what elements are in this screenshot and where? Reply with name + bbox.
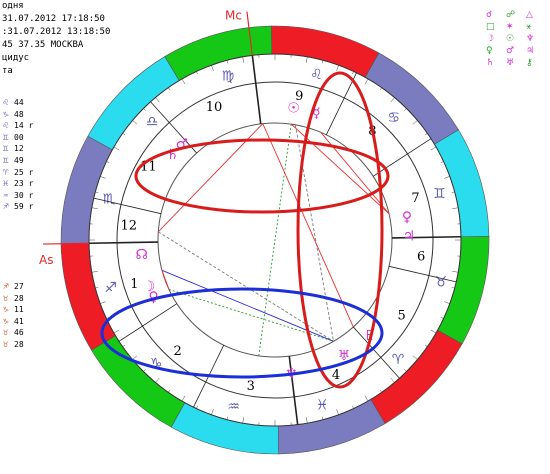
zodiac-sign-icon: ♍ bbox=[222, 69, 235, 85]
highlight-ellipse-blue bbox=[100, 287, 384, 379]
sign-segment bbox=[364, 52, 459, 145]
zodiac-sign-icon: ♎ bbox=[146, 114, 159, 130]
house-number: 3 bbox=[247, 379, 255, 394]
legend-symbol-icon: ⚹ bbox=[526, 22, 532, 32]
zodiac-sign-icon: ♌ bbox=[310, 67, 323, 83]
natal-chart-wheel: ♐♑♒ ♓♈♉♊♋♌♍♎♏ 123456789101112 ☉ ☿♀♂♃♄♅♆♇☽☊… bbox=[39, 9, 490, 455]
cusp-line bbox=[118, 303, 178, 342]
legend-symbol-icon: ♀ bbox=[486, 46, 493, 56]
legend-symbol-icon: ♂ bbox=[506, 46, 515, 56]
legend-symbol-icon: ♅ bbox=[506, 58, 515, 68]
house-number: 10 bbox=[206, 100, 223, 115]
legend-symbol-icon: ⚷ bbox=[526, 58, 533, 68]
zodiac-sign-icon: ♈ bbox=[392, 352, 405, 368]
legend-symbol-icon: ✶ bbox=[506, 22, 514, 32]
legend-symbol-icon: ♄ bbox=[486, 58, 495, 68]
planet-glyphs: ☉ ☿♀♂♃♄♅♆♇☽☊♀ bbox=[136, 100, 416, 382]
sign-segment bbox=[270, 25, 380, 78]
sun-icon: ☉ bbox=[287, 100, 300, 116]
house-number: 6 bbox=[417, 249, 425, 264]
zodiac-sign-icon: ♒ bbox=[227, 399, 240, 415]
mc-label: Mc bbox=[225, 9, 242, 23]
zodiac-sign-icon: ♐ bbox=[104, 280, 117, 296]
zodiac-sign-icon: ♏ bbox=[103, 192, 116, 208]
house-number: 5 bbox=[398, 309, 406, 324]
zodiac-sign-icon: ♋ bbox=[388, 110, 401, 126]
legend-symbol-icon: ☍ bbox=[506, 10, 516, 20]
legend-symbol-icon: ♃ bbox=[526, 46, 535, 56]
sign-segment bbox=[60, 242, 116, 351]
as-label: As bbox=[39, 253, 53, 267]
sign-segment bbox=[277, 399, 386, 455]
legend-symbol-icon: ☌ bbox=[486, 10, 493, 20]
jupiter-icon: ♃ bbox=[403, 228, 416, 244]
sign-segment bbox=[164, 25, 273, 81]
zodiac-sign-icon: ♉ bbox=[435, 274, 448, 290]
legend-symbol-icon: ♆ bbox=[526, 34, 535, 44]
house-number: 7 bbox=[411, 191, 419, 206]
sign-segment bbox=[370, 329, 463, 424]
zodiac-sign-icon: ♓ bbox=[316, 397, 329, 413]
house-number: 12 bbox=[121, 219, 138, 234]
highlight-ellipse-red-horizontal bbox=[134, 138, 390, 214]
house-number: 1 bbox=[130, 277, 138, 292]
cusp-line bbox=[372, 138, 432, 177]
aspect-line bbox=[262, 123, 354, 328]
house-numbers: 123456789101112 bbox=[121, 89, 426, 394]
house-number: 4 bbox=[332, 368, 340, 383]
venus-icon: ♀ bbox=[402, 210, 412, 226]
sign-segment bbox=[91, 335, 186, 428]
house-number: 2 bbox=[173, 344, 181, 359]
aspect-legend: ☌ ☍ △ □ ✶ ⚹ ☽ ☉ ♆ ♀ ♂ ♃ ♄ ♅ ⚷ bbox=[486, 10, 546, 80]
cusp-line bbox=[89, 241, 159, 245]
legend-symbol-icon: △ bbox=[526, 10, 533, 20]
legend-symbol-icon: ☽ bbox=[486, 34, 495, 44]
legend-symbol-icon: □ bbox=[486, 22, 495, 32]
sign-segment bbox=[170, 402, 280, 455]
sign-segment bbox=[60, 135, 113, 245]
aspect-lines bbox=[157, 123, 390, 356]
cusp-line bbox=[251, 55, 262, 124]
legend-symbol-icon: ☉ bbox=[506, 34, 515, 44]
cusp-line bbox=[325, 72, 357, 136]
node-icon: ☊ bbox=[136, 247, 148, 263]
zodiac-sign-icon: ♊ bbox=[433, 186, 446, 202]
sign-segment bbox=[434, 129, 490, 238]
aspect-line bbox=[258, 124, 292, 356]
sign-segment bbox=[87, 56, 180, 151]
